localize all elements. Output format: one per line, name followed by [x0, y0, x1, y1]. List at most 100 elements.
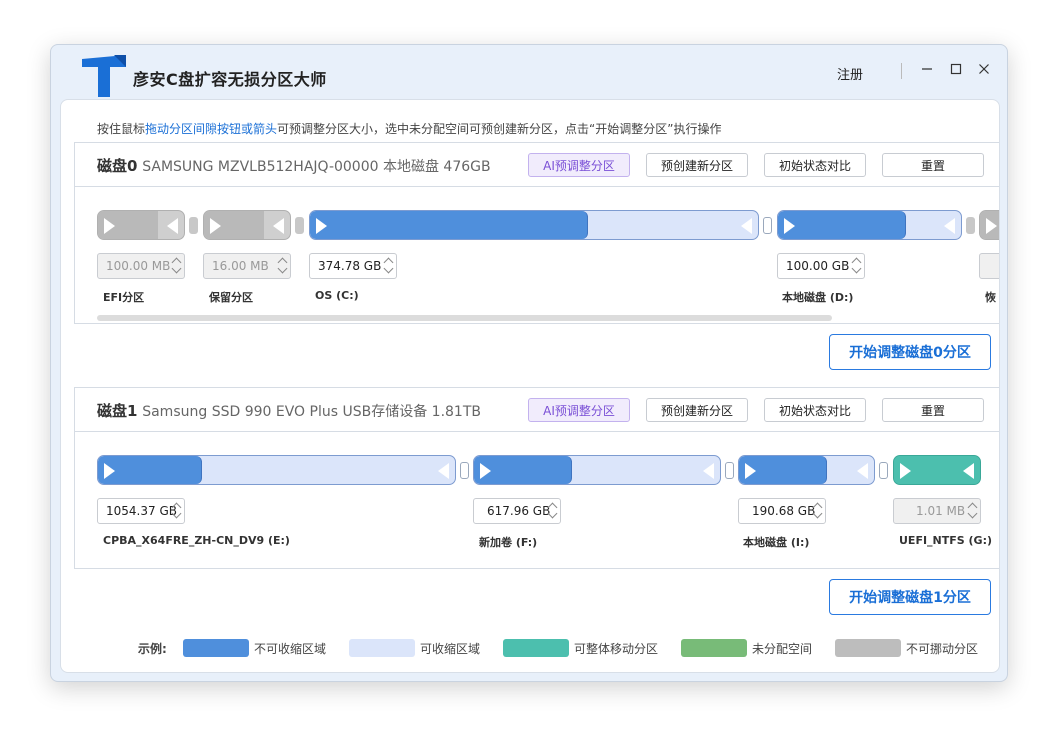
minimize-icon — [922, 68, 932, 70]
legend-swatch-immovable — [835, 639, 901, 657]
disk0-partition-reserved-bar[interactable] — [203, 210, 291, 240]
disk1-partition-e-bar[interactable] — [97, 455, 456, 485]
size-stepper[interactable] — [171, 256, 182, 276]
disk1-partition-f-bar[interactable] — [473, 455, 721, 485]
disk0-efi-size-field[interactable]: 100.00 MB — [97, 253, 185, 279]
disk0-recovery-size-field[interactable] — [979, 253, 999, 279]
drag-left-arrow-icon[interactable] — [438, 463, 449, 479]
main-panel: 按住鼠标拖动分区间隙按钮或箭头可预调整分区大小，选中未分配空间可预创建新分区，点… — [60, 99, 1000, 673]
app-window: 彦安C盘扩容无损分区大师 注册 按住鼠标拖动分区间隙按钮或箭头可预调整分区大小，… — [50, 44, 1008, 682]
partition-label: 本地磁盘 (D:) — [782, 291, 854, 304]
legend-label: 不可收缩区域 — [254, 642, 327, 656]
partition-gap-handle[interactable] — [460, 462, 469, 479]
maximize-icon — [950, 63, 962, 75]
partition-label: 保留分区 — [209, 291, 253, 304]
disk0-name: 磁盘0 — [97, 157, 138, 175]
drag-right-arrow-icon[interactable] — [210, 218, 221, 234]
size-value: 617.96 GB — [487, 504, 551, 518]
disk1-partition-i-bar[interactable] — [738, 455, 875, 485]
drag-left-arrow-icon[interactable] — [944, 218, 955, 234]
horizontal-scrollbar[interactable] — [97, 315, 832, 321]
disk1-compare-button[interactable]: 初始状态对比 — [764, 398, 866, 422]
size-value: 100.00 MB — [106, 259, 171, 273]
disk0-reset-button[interactable]: 重置 — [882, 153, 984, 177]
disk0-d-size-field[interactable]: 100.00 GB — [777, 253, 865, 279]
disk0-compare-button[interactable]: 初始状态对比 — [764, 153, 866, 177]
legend-swatch-non-shrinkable — [183, 639, 249, 657]
partition-gap-handle[interactable] — [879, 462, 888, 479]
disk0-ai-adjust-button[interactable]: AI预调整分区 — [528, 153, 630, 177]
legend-swatch-movable — [503, 639, 569, 657]
drag-right-arrow-icon[interactable] — [316, 218, 327, 234]
start-adjust-disk0-button[interactable]: 开始调整磁盘0分区 — [829, 334, 991, 370]
disk0-pre-create-button[interactable]: 预创建新分区 — [646, 153, 748, 177]
size-stepper[interactable] — [383, 256, 394, 276]
hint-highlight: 拖动分区间隙按钮或箭头 — [145, 122, 278, 136]
drag-right-arrow-icon[interactable] — [480, 463, 491, 479]
drag-right-arrow-icon[interactable] — [745, 463, 756, 479]
app-title: 彦安C盘扩容无损分区大师 — [133, 70, 327, 89]
disk1-desc: Samsung SSD 990 EVO Plus USB存储设备 1.81TB — [142, 404, 481, 420]
disk1-f-size-field[interactable]: 617.96 GB — [473, 498, 561, 524]
title-bar: 彦安C盘扩容无损分区大师 注册 — [51, 45, 1007, 99]
partition-label: 恢 — [985, 291, 996, 304]
size-value: 374.78 GB — [318, 259, 382, 273]
disk1-i-size-field[interactable]: 190.68 GB — [738, 498, 826, 524]
drag-left-arrow-icon[interactable] — [167, 218, 178, 234]
partition-gap-handle[interactable] — [295, 217, 304, 234]
size-value: 1.01 MB — [916, 504, 966, 518]
disk1-e-size-field[interactable]: 1054.37 GB — [97, 498, 185, 524]
disk0-desc: SAMSUNG MZVLB512HAJQ-00000 本地磁盘 476GB — [142, 159, 491, 175]
minimize-button[interactable] — [917, 59, 937, 79]
size-value: 1054.37 GB — [106, 504, 177, 518]
partition-gap-handle[interactable] — [189, 217, 198, 234]
legend-label: 未分配空间 — [752, 642, 813, 656]
partition-label: CPBA_X64FRE_ZH-CN_DV9 (E:) — [103, 534, 290, 547]
disk0-card: 磁盘0 SAMSUNG MZVLB512HAJQ-00000 本地磁盘 476G… — [74, 142, 999, 324]
disk0-header: 磁盘0 SAMSUNG MZVLB512HAJQ-00000 本地磁盘 476G… — [75, 143, 999, 187]
disk1-ai-adjust-button[interactable]: AI预调整分区 — [528, 398, 630, 422]
disk1-title: 磁盘1 Samsung SSD 990 EVO Plus USB存储设备 1.8… — [97, 400, 481, 421]
disk1-pre-create-button[interactable]: 预创建新分区 — [646, 398, 748, 422]
used-fill — [310, 211, 588, 239]
maximize-button[interactable] — [946, 59, 966, 79]
partition-gap-handle[interactable] — [725, 462, 734, 479]
register-link[interactable]: 注册 — [837, 64, 863, 83]
size-stepper[interactable] — [967, 501, 978, 521]
size-stepper[interactable] — [851, 256, 862, 276]
drag-right-arrow-icon[interactable] — [104, 218, 115, 234]
legend-swatch-unallocated — [681, 639, 747, 657]
legend-label: 可整体移动分区 — [574, 642, 659, 656]
size-stepper[interactable] — [812, 501, 823, 521]
drag-right-arrow-icon[interactable] — [784, 218, 795, 234]
drag-right-arrow-icon[interactable] — [986, 218, 997, 234]
disk1-g-size-field[interactable]: 1.01 MB — [893, 498, 981, 524]
drag-left-arrow-icon[interactable] — [741, 218, 752, 234]
partition-label: UEFI_NTFS (G:) — [899, 534, 993, 547]
drag-right-arrow-icon[interactable] — [900, 463, 911, 479]
app-logo — [82, 55, 126, 97]
disk0-reserved-size-field[interactable]: 16.00 MB — [203, 253, 291, 279]
disk0-partition-c-bar[interactable] — [309, 210, 759, 240]
drag-left-arrow-icon[interactable] — [273, 218, 284, 234]
disk0-partition-recovery-bar[interactable] — [979, 210, 999, 240]
disk0-c-size-field[interactable]: 374.78 GB — [309, 253, 397, 279]
drag-right-arrow-icon[interactable] — [104, 463, 115, 479]
size-stepper[interactable] — [171, 501, 182, 521]
close-button[interactable] — [974, 59, 994, 79]
close-icon — [979, 64, 989, 74]
size-stepper[interactable] — [547, 501, 558, 521]
start-adjust-disk1-button[interactable]: 开始调整磁盘1分区 — [829, 579, 991, 615]
partition-gap-handle[interactable] — [763, 217, 772, 234]
disk0-partition-efi-bar[interactable] — [97, 210, 185, 240]
size-value: 100.00 GB — [786, 259, 850, 273]
drag-left-arrow-icon[interactable] — [857, 463, 868, 479]
drag-left-arrow-icon[interactable] — [963, 463, 974, 479]
disk1-reset-button[interactable]: 重置 — [882, 398, 984, 422]
drag-left-arrow-icon[interactable] — [703, 463, 714, 479]
legend-title: 示例: — [138, 642, 167, 656]
size-stepper[interactable] — [277, 256, 288, 276]
disk0-partition-d-bar[interactable] — [777, 210, 962, 240]
partition-gap-handle[interactable] — [966, 217, 975, 234]
disk1-partition-g-bar[interactable] — [893, 455, 981, 485]
